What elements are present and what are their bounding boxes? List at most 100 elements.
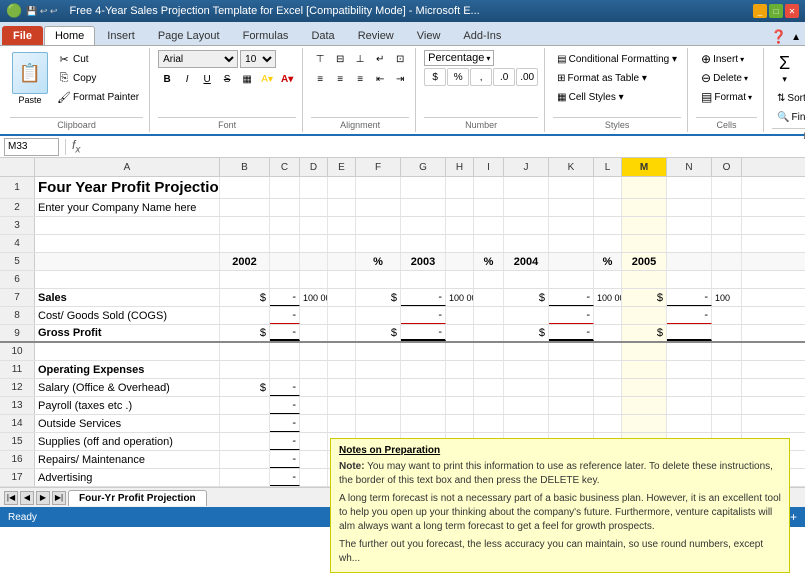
tab-page-layout[interactable]: Page Layout [147, 26, 231, 45]
cell-M7[interactable]: $ [622, 289, 667, 306]
cell-L2[interactable] [594, 199, 622, 216]
cell-L6[interactable] [594, 271, 622, 288]
cell-E6[interactable] [328, 271, 356, 288]
cell-B1[interactable] [220, 177, 270, 198]
cell-D17[interactable] [300, 469, 328, 486]
find-select-button[interactable]: 🔍 Find & Select ▾ [772, 108, 805, 126]
cell-D12[interactable] [300, 379, 328, 396]
italic-button[interactable]: I [178, 70, 196, 88]
cell-D10[interactable] [300, 343, 328, 360]
cell-F9[interactable]: $ [356, 325, 401, 341]
cell-E12[interactable] [328, 379, 356, 396]
cell-F3[interactable] [356, 217, 401, 234]
cell-K7[interactable]: - [549, 289, 594, 306]
cell-F8[interactable] [356, 307, 401, 324]
cell-A14[interactable]: Outside Services [35, 415, 220, 432]
col-header-I[interactable]: I [474, 158, 504, 176]
cell-F2[interactable] [356, 199, 401, 216]
cell-B9[interactable]: $ [220, 325, 270, 341]
delete-button[interactable]: ⊖ Delete ▾ [696, 69, 753, 87]
cell-J8[interactable] [504, 307, 549, 324]
col-header-G[interactable]: G [401, 158, 446, 176]
cell-B3[interactable] [220, 217, 270, 234]
cell-N12[interactable] [667, 379, 712, 396]
cell-A5[interactable] [35, 253, 220, 270]
cell-O2[interactable] [712, 199, 742, 216]
cell-O6[interactable] [712, 271, 742, 288]
cell-A1[interactable]: Four Year Profit Projection [35, 177, 220, 198]
tab-formulas[interactable]: Formulas [232, 26, 300, 45]
cell-A15[interactable]: Supplies (off and operation) [35, 433, 220, 450]
cell-O12[interactable] [712, 379, 742, 396]
cell-D4[interactable] [300, 235, 328, 252]
cell-G2[interactable] [401, 199, 446, 216]
cell-C3[interactable] [270, 217, 300, 234]
cell-L4[interactable] [594, 235, 622, 252]
tab-scroll-left-button[interactable]: |◀ [4, 491, 18, 505]
cell-M1[interactable] [622, 177, 667, 198]
cell-F5[interactable]: % [356, 253, 401, 270]
cell-G8[interactable]: - [401, 307, 446, 324]
cell-B14[interactable] [220, 415, 270, 432]
increase-decimal-button[interactable]: .00 [516, 68, 538, 86]
cell-A10[interactable] [35, 343, 220, 360]
cell-O8[interactable] [712, 307, 742, 324]
cell-M10[interactable] [622, 343, 667, 360]
cell-N5[interactable] [667, 253, 712, 270]
cell-B12[interactable]: $ [220, 379, 270, 396]
format-button[interactable]: ▤ Format ▾ [696, 88, 757, 106]
cell-M2[interactable] [622, 199, 667, 216]
cell-H5[interactable] [446, 253, 474, 270]
col-header-L[interactable]: L [594, 158, 622, 176]
cell-I6[interactable] [474, 271, 504, 288]
cell-C8[interactable]: - [270, 307, 300, 324]
minimize-ribbon-icon[interactable]: ▲ [791, 32, 801, 43]
cell-A3[interactable] [35, 217, 220, 234]
cell-B5[interactable]: 2002 [220, 253, 270, 270]
cell-J4[interactable] [504, 235, 549, 252]
cell-L8[interactable] [594, 307, 622, 324]
cell-M13[interactable] [622, 397, 667, 414]
cell-K9[interactable]: - [549, 325, 594, 341]
tab-scroll-next-button[interactable]: ▶ [36, 491, 50, 505]
cell-N13[interactable] [667, 397, 712, 414]
cell-C6[interactable] [270, 271, 300, 288]
col-header-A[interactable]: A [35, 158, 220, 176]
cell-D8[interactable] [300, 307, 328, 324]
font-size-select[interactable]: 10 [240, 50, 276, 68]
tab-home[interactable]: Home [44, 26, 95, 45]
align-right-button[interactable]: ≡ [351, 70, 369, 88]
cell-I10[interactable] [474, 343, 504, 360]
cell-F12[interactable] [356, 379, 401, 396]
cell-C12[interactable]: - [270, 379, 300, 396]
col-header-H[interactable]: H [446, 158, 474, 176]
cell-C17[interactable]: - [270, 469, 300, 486]
cell-D3[interactable] [300, 217, 328, 234]
cell-O14[interactable] [712, 415, 742, 432]
col-header-M[interactable]: M [622, 158, 667, 176]
cell-J13[interactable] [504, 397, 549, 414]
cell-N11[interactable] [667, 361, 712, 378]
cell-M11[interactable] [622, 361, 667, 378]
cell-K5[interactable] [549, 253, 594, 270]
cell-K11[interactable] [549, 361, 594, 378]
cell-M9[interactable]: $ [622, 325, 667, 341]
cell-J12[interactable] [504, 379, 549, 396]
cell-L12[interactable] [594, 379, 622, 396]
zoom-in-button[interactable]: + [790, 510, 797, 524]
cell-C14[interactable]: - [270, 415, 300, 432]
cell-E8[interactable] [328, 307, 356, 324]
cell-O7[interactable]: 100 [712, 289, 742, 306]
cell-A2[interactable]: Enter your Company Name here [35, 199, 220, 216]
cell-G11[interactable] [401, 361, 446, 378]
cell-K13[interactable] [549, 397, 594, 414]
cell-K1[interactable] [549, 177, 594, 198]
cell-J10[interactable] [504, 343, 549, 360]
cell-M12[interactable] [622, 379, 667, 396]
cell-M5[interactable]: 2005 [622, 253, 667, 270]
cell-E11[interactable] [328, 361, 356, 378]
cell-C16[interactable]: - [270, 451, 300, 468]
cell-J14[interactable] [504, 415, 549, 432]
cell-L1[interactable] [594, 177, 622, 198]
cell-N1[interactable] [667, 177, 712, 198]
